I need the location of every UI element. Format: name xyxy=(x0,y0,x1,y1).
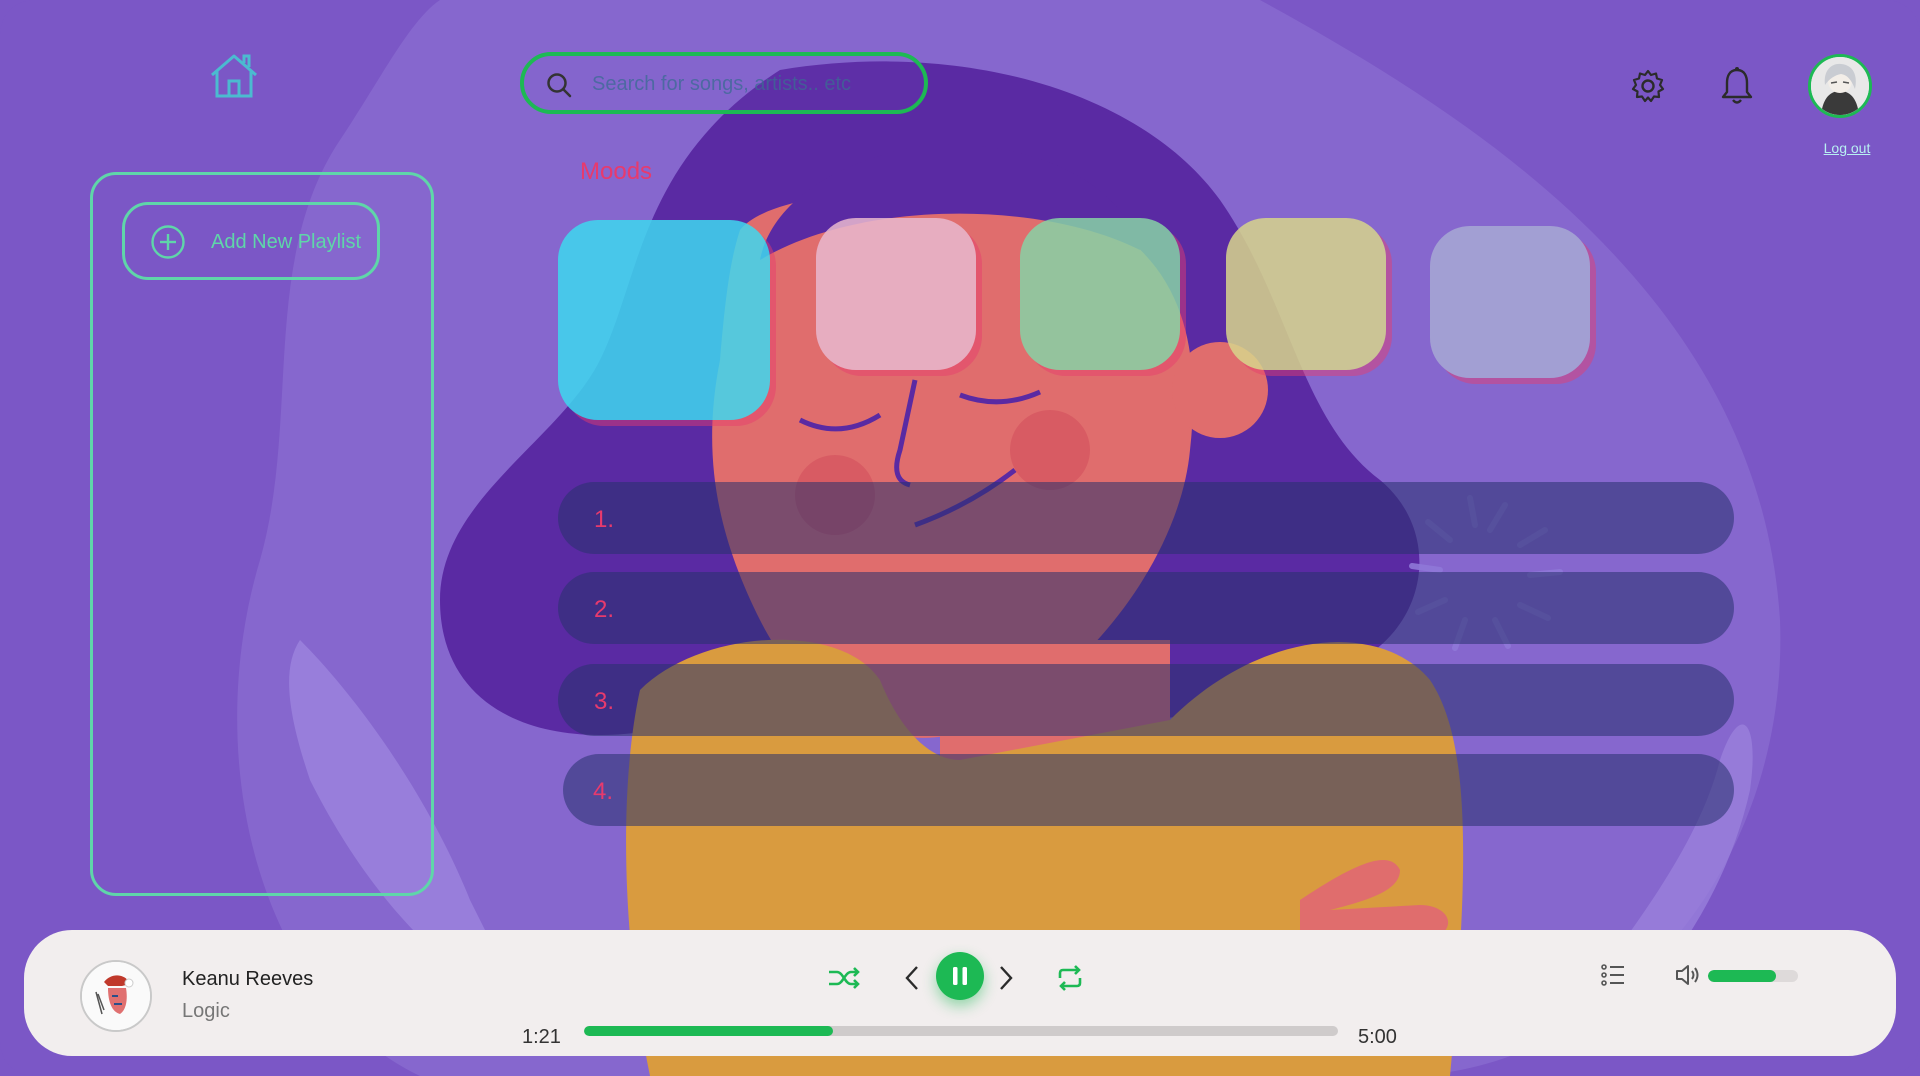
shuffle-icon xyxy=(829,967,860,989)
queue-button[interactable] xyxy=(1600,962,1626,988)
search-bar xyxy=(520,52,928,114)
track-number: 1. xyxy=(594,506,615,533)
user-avatar[interactable] xyxy=(1808,54,1872,118)
playlist-panel xyxy=(90,172,434,896)
track-row-2[interactable]: 2. xyxy=(558,572,1734,644)
track-number: 2. xyxy=(594,596,615,623)
previous-button[interactable] xyxy=(902,964,922,992)
add-playlist-button[interactable]: Add New Playlist xyxy=(122,202,380,280)
album-art-image xyxy=(82,962,150,1030)
volume-slider[interactable] xyxy=(1708,970,1798,982)
settings-button[interactable] xyxy=(1630,68,1666,104)
repeat-icon xyxy=(1058,965,1082,991)
logout-link[interactable]: Log out xyxy=(1812,140,1882,156)
track-row-4[interactable]: 4. xyxy=(563,754,1734,826)
next-button[interactable] xyxy=(996,964,1016,992)
mood-tile-1[interactable] xyxy=(558,220,770,420)
add-playlist-label: Add New Playlist xyxy=(211,231,362,253)
plus-circle-icon xyxy=(151,225,185,259)
track-number: 3. xyxy=(594,688,615,715)
track-row-3[interactable]: 3. xyxy=(558,664,1734,736)
notifications-button[interactable] xyxy=(1718,66,1756,106)
player-bar: Keanu Reeves Logic 1:21 5:00 xyxy=(24,930,1896,1056)
progress-fill xyxy=(584,1026,833,1036)
track-number: 4. xyxy=(593,778,614,805)
total-time: 5:00 xyxy=(1358,1026,1397,1048)
repeat-button[interactable] xyxy=(1056,964,1084,992)
current-time: 1:21 xyxy=(522,1026,561,1048)
next-icon xyxy=(1000,966,1013,990)
home-icon xyxy=(211,54,257,98)
volume-button[interactable] xyxy=(1674,962,1702,988)
mood-tile-2[interactable] xyxy=(816,218,976,370)
mood-tile-3[interactable] xyxy=(1020,218,1180,370)
progress-bar[interactable] xyxy=(584,1026,1338,1036)
gear-icon xyxy=(1631,69,1665,103)
track-row-1[interactable]: 1. xyxy=(558,482,1734,554)
pause-button[interactable] xyxy=(936,952,984,1000)
shuffle-button[interactable] xyxy=(826,964,862,992)
previous-icon xyxy=(905,966,918,990)
mood-tile-4[interactable] xyxy=(1226,218,1386,370)
bell-icon xyxy=(1721,67,1753,104)
home-button[interactable] xyxy=(206,50,262,102)
song-artist: Logic xyxy=(182,1000,230,1022)
volume-fill xyxy=(1708,970,1776,982)
mood-tile-5[interactable] xyxy=(1430,226,1590,378)
song-title: Keanu Reeves xyxy=(182,968,314,990)
album-art xyxy=(80,960,152,1032)
avatar-image xyxy=(1811,57,1869,115)
moods-heading: Moods xyxy=(580,158,653,185)
music-app: Log out Add New Playlist Moods 1. 2. 3. … xyxy=(0,0,1920,1076)
pause-icon xyxy=(953,967,967,985)
search-icon xyxy=(547,73,572,98)
search-input[interactable] xyxy=(590,66,894,102)
queue-list-icon xyxy=(1601,964,1624,986)
volume-icon xyxy=(1676,965,1699,985)
